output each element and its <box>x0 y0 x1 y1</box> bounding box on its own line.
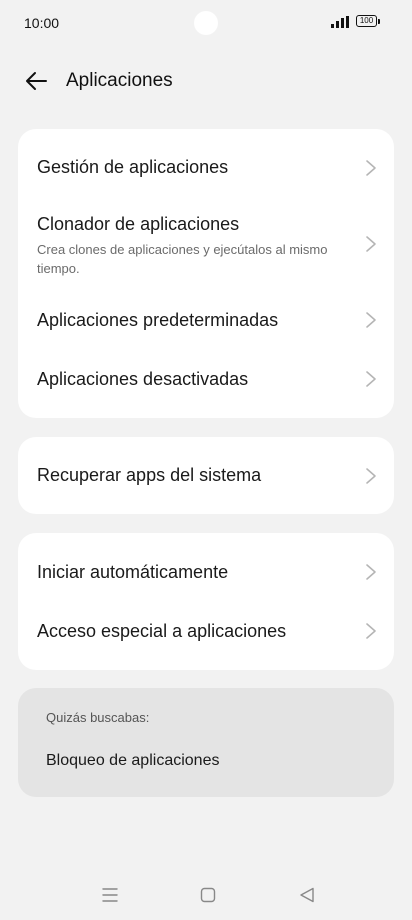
suggestion-title: Quizás buscabas: <box>46 710 150 725</box>
menu-item-label: Gestión de aplicaciones <box>37 157 229 177</box>
back-triangle-icon <box>300 887 314 903</box>
chevron-right-icon <box>366 236 376 252</box>
chevron-right-icon <box>366 312 376 328</box>
menu-item-gestion-aplicaciones[interactable]: Gestión de aplicaciones <box>18 129 394 207</box>
chevron-right-icon <box>366 160 376 176</box>
home-icon <box>200 887 216 903</box>
settings-card-access: Iniciar automáticamente Acceso especial … <box>18 533 394 670</box>
menu-item-subtitle: Crea clones de aplicaciones y ejecútalos… <box>37 242 328 276</box>
battery-level: 100 <box>356 15 377 27</box>
menu-item-aplicaciones-predeterminadas[interactable]: Aplicaciones predeterminadas <box>18 291 394 351</box>
chevron-right-icon <box>366 468 376 484</box>
menu-item-iniciar-automaticamente[interactable]: Iniciar automáticamente <box>18 533 394 603</box>
menu-item-label: Aplicaciones predeterminadas <box>37 310 279 330</box>
chevron-right-icon <box>366 371 376 387</box>
status-bar: 10:00 100 <box>0 0 412 48</box>
header: Aplicaciones <box>0 56 412 106</box>
arrow-left-icon <box>26 72 47 90</box>
settings-card-system: Recuperar apps del sistema <box>18 437 394 514</box>
menu-item-label: Aplicaciones desactivadas <box>37 369 249 389</box>
home-button[interactable] <box>193 882 223 908</box>
menu-item-aplicaciones-desactivadas[interactable]: Aplicaciones desactivadas <box>18 351 394 418</box>
menu-item-recuperar-apps-sistema[interactable]: Recuperar apps del sistema <box>18 437 394 514</box>
battery-tip <box>378 19 380 24</box>
menu-item-label: Iniciar automáticamente <box>37 562 229 582</box>
menu-item-acceso-especial[interactable]: Acceso especial a aplicaciones <box>18 603 394 670</box>
chevron-right-icon <box>366 564 376 580</box>
menu-item-label: Clonador de aplicaciones <box>37 214 240 234</box>
menu-item-label: Recuperar apps del sistema <box>37 465 262 485</box>
menu-item-clonador-aplicaciones[interactable]: Clonador de aplicaciones Crea clones de … <box>18 207 394 291</box>
menu-item-label: Acceso especial a aplicaciones <box>37 621 287 641</box>
back-nav-button[interactable] <box>292 882 322 908</box>
chevron-right-icon <box>366 623 376 639</box>
suggestion-card: Quizás buscabas: Bloqueo de aplicaciones <box>18 688 394 797</box>
back-button[interactable] <box>18 65 54 97</box>
menu-icon <box>102 888 118 902</box>
suggestion-link[interactable]: Bloqueo de aplicaciones <box>46 752 219 770</box>
recents-button[interactable] <box>95 882 125 908</box>
navigation-bar <box>0 872 412 920</box>
settings-card-apps: Gestión de aplicaciones Clonador de apli… <box>18 129 394 418</box>
battery-icon: 100 <box>356 15 382 29</box>
page-title: Aplicaciones <box>66 70 173 91</box>
camera-cutout <box>194 11 218 35</box>
signal-icon <box>331 16 349 28</box>
status-time: 10:00 <box>24 15 60 31</box>
